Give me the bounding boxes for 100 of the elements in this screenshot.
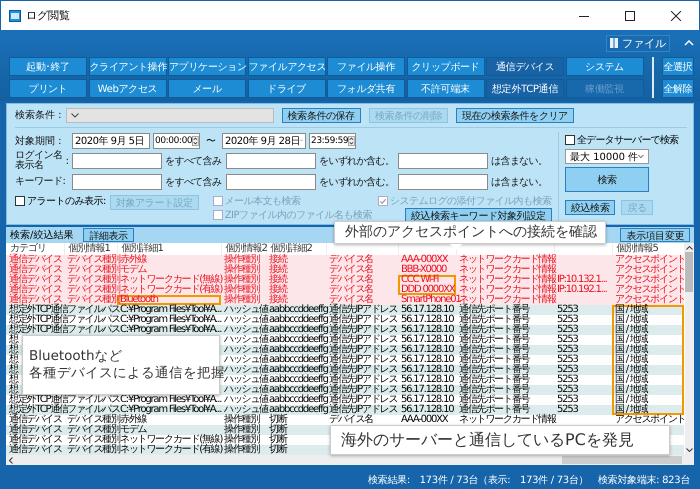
table-cell: aabbccddeeffg	[269, 335, 328, 345]
checkbox[interactable]: 全データサーバーで検索	[565, 134, 687, 146]
table-cell: ハッシュ値	[224, 305, 268, 315]
filter-button[interactable]: アプリケーション	[168, 57, 246, 76]
table-cell: aabbccddeeffg	[269, 315, 328, 325]
table-cell: デバイス種別	[67, 275, 120, 285]
table-cell: 通信先ポート番号	[459, 375, 530, 385]
filter-button[interactable]: クライアント操作	[88, 57, 166, 76]
input-field[interactable]	[226, 153, 316, 169]
field-label: をいずれか含む。	[319, 176, 395, 188]
table-cell: 通信先ポート番号	[459, 395, 530, 405]
scrollbar-thumb[interactable]	[562, 456, 682, 464]
table-cell: 想	[9, 355, 18, 365]
max-results-dropdown[interactable]: 最大 10000 件	[565, 149, 649, 164]
filter-button[interactable]: ファイル操作	[327, 57, 405, 76]
table-cell: 赤外線	[120, 415, 146, 425]
table-cell: 通信デバイス	[9, 265, 62, 275]
horizontal-scrollbar[interactable]	[6, 455, 694, 465]
table-cell: ネットワークカード情報	[459, 285, 556, 295]
table-cell: 赤外線	[120, 255, 146, 265]
table-cell: 5253	[557, 405, 578, 415]
filter-button[interactable]: 起動･終了	[9, 57, 87, 76]
table-cell: 操作種別	[224, 255, 260, 265]
condition-button[interactable]: 現在の検索条件をクリア	[456, 108, 574, 122]
select-all-button[interactable]: 全選択	[662, 57, 694, 76]
filter-button[interactable]: Webアクセス	[88, 79, 166, 98]
table-cell: 通信デバイス	[9, 275, 62, 285]
table-cell: 通信先ポート番号	[459, 365, 530, 375]
detail-view-button[interactable]: 詳細表示	[83, 228, 134, 242]
filter-button[interactable]: ファイルアクセス	[248, 57, 326, 76]
date-field[interactable]: 2020年 9月 28日	[222, 132, 306, 148]
table-cell: 接続	[269, 295, 287, 305]
alert-row[interactable]: 通信デバイス デバイス種別赤外線 操作種別 接続 デバイス名 AAA-000XX ネットワークカード情報 アクセスポイント	[6, 255, 684, 265]
time-field[interactable]: 23:59:59	[309, 132, 356, 148]
table-cell: ネットワークカード(無線)	[120, 275, 222, 285]
table-cell: 通信デバイス	[9, 255, 62, 265]
clear-all-button[interactable]: 全解除	[662, 79, 694, 98]
table-cell: 通信デバイス	[9, 445, 62, 455]
table-cell: 国 / 地域	[615, 305, 648, 315]
table-cell: 通信先ポート番号	[459, 305, 530, 315]
table-cell: 5253	[557, 385, 578, 395]
filter-button[interactable]: システム	[566, 57, 644, 76]
alert-row[interactable]: 通信デバイス デバイス種別ネットワークカード(無線) 操作種別 接続 デバイス名 CCC Wi-Fi ネットワークカード情報IP:10.132.1... アクセスポイント	[6, 275, 684, 285]
table-cell: アクセスポイント	[615, 285, 686, 295]
input-field[interactable]	[398, 174, 488, 190]
alert-row[interactable]: 通信デバイス デバイス種別モデム 操作種別 接続 デバイス名 BBB-X0000 ネットワークカード情報 アクセスポイント	[6, 265, 684, 275]
table-cell: 5253	[557, 355, 578, 365]
filter-button[interactable]: メール	[168, 79, 246, 98]
table-cell: ハッシュ値	[224, 315, 268, 325]
refine-search-button[interactable]: 絞込検索	[565, 200, 616, 215]
filter-button[interactable]: 通信デバイス	[486, 57, 564, 76]
filter-button[interactable]: クリップボード	[406, 57, 484, 76]
table-cell: 国 / 地域	[615, 325, 648, 335]
table-cell: 通信先ポート番号	[459, 385, 530, 395]
table-cell: IP:10.132.1...	[557, 275, 607, 285]
date-field[interactable]: 2020年 9月 5日	[72, 132, 150, 148]
column-settings-button[interactable]: 表示項目変更	[620, 228, 690, 242]
table-cell: 5253	[557, 375, 578, 385]
table-cell: ファイルパス	[67, 405, 120, 415]
table-cell: 想定外TCP通信	[9, 325, 68, 335]
file-button[interactable]: ファイル	[606, 34, 670, 52]
results-tab[interactable]: 検索/絞込結果	[10, 228, 74, 242]
search-button[interactable]: 検索	[565, 167, 649, 192]
table-cell: デバイス名	[329, 275, 374, 285]
filter-button[interactable]: 不許可端末	[406, 79, 484, 98]
time-field[interactable]: 00:00:00	[153, 132, 200, 148]
table-cell: 5253	[557, 395, 578, 405]
filter-button[interactable]: ドライブ	[248, 79, 326, 98]
table-cell: aabbccddeeffg	[269, 405, 328, 415]
table-cell: 通信先ポート番号	[459, 315, 530, 325]
input-field[interactable]	[72, 153, 162, 169]
vertical-scrollbar[interactable]	[684, 243, 694, 455]
filter-button[interactable]: プリント	[9, 79, 87, 98]
table-cell: 国 / 地域	[615, 345, 648, 355]
table-cell: 想定外TCP通信	[9, 315, 68, 325]
table-cell: 通信先IPアドレス	[329, 375, 398, 385]
filter-button[interactable]: 想定外TCP通信	[486, 79, 564, 98]
table-cell: 想	[9, 385, 18, 395]
table-cell: 操作種別	[224, 265, 260, 275]
table-cell: 接続	[269, 265, 287, 275]
scrollbar-thumb[interactable]	[685, 252, 694, 292]
input-field[interactable]	[398, 153, 488, 169]
table-cell: ネットワークカード情報	[459, 295, 556, 305]
condition-button[interactable]: 検索条件の保存	[282, 108, 361, 122]
table-cell: ハッシュ値	[224, 395, 268, 405]
table-cell: 56.17.128.10	[401, 335, 454, 345]
table-cell: 通信先ポート番号	[459, 345, 530, 355]
checkbox[interactable]: アラートのみ表示:	[15, 195, 106, 207]
table-cell: アクセスポイント	[615, 275, 686, 285]
filter-button[interactable]: フォルダ共有	[327, 79, 405, 98]
table-cell: 5253	[557, 305, 578, 315]
table-cell: 56.17.128.10	[401, 315, 454, 325]
input-field[interactable]	[226, 174, 316, 190]
table-cell: 切断	[269, 435, 287, 445]
table-cell: 想	[9, 365, 18, 375]
input-field[interactable]	[72, 174, 162, 190]
table-cell: 56.17.128.10	[401, 405, 454, 415]
table-cell: 56.17.128.10	[401, 385, 454, 395]
chevron-down-icon	[70, 112, 79, 118]
table-cell: 操作種別	[224, 415, 260, 425]
